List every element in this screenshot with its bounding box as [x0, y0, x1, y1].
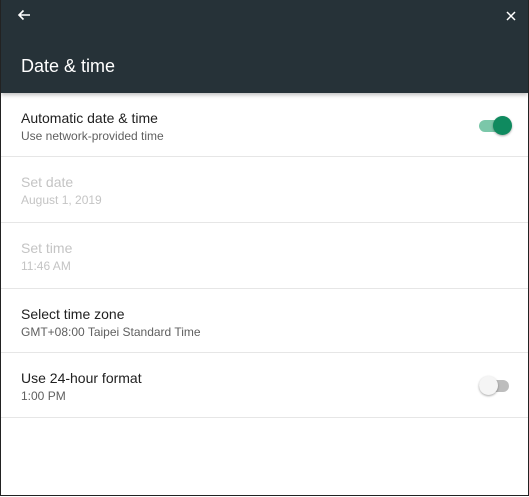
automatic-date-time-toggle[interactable]: [479, 115, 512, 135]
setting-label: Set time: [21, 240, 73, 256]
setting-label: Use 24-hour format: [21, 370, 142, 386]
toggle-thumb: [479, 376, 498, 395]
setting-automatic-date-time[interactable]: Automatic date & time Use network-provid…: [1, 93, 528, 157]
settings-list: Automatic date & time Use network-provid…: [1, 93, 528, 418]
setting-label: Set date: [21, 174, 74, 190]
setting-summary: August 1, 2019: [21, 193, 102, 207]
setting-label: Select time zone: [21, 306, 125, 322]
setting-select-time-zone[interactable]: Select time zone GMT+08:00 Taipei Standa…: [1, 289, 528, 353]
setting-label: Automatic date & time: [21, 110, 158, 126]
settings-window: Date & time Automatic date & time Use ne…: [0, 0, 529, 496]
toggle-thumb: [493, 115, 512, 135]
setting-set-date: Set date August 1, 2019: [1, 157, 528, 223]
close-icon: [506, 8, 516, 26]
setting-summary: 11:46 AM: [21, 259, 71, 273]
close-button[interactable]: [500, 6, 522, 28]
use-24-hour-format-toggle[interactable]: [479, 375, 511, 395]
setting-summary: 1:00 PM: [21, 389, 66, 403]
setting-use-24-hour-format[interactable]: Use 24-hour format 1:00 PM: [1, 353, 528, 418]
setting-set-time: Set time 11:46 AM: [1, 223, 528, 289]
arrow-left-icon: [17, 8, 31, 27]
setting-summary: GMT+08:00 Taipei Standard Time: [21, 325, 201, 339]
back-button[interactable]: [13, 6, 35, 28]
app-bar: Date & time: [1, 0, 528, 93]
setting-summary: Use network-provided time: [21, 129, 164, 143]
page-title: Date & time: [21, 56, 116, 76]
